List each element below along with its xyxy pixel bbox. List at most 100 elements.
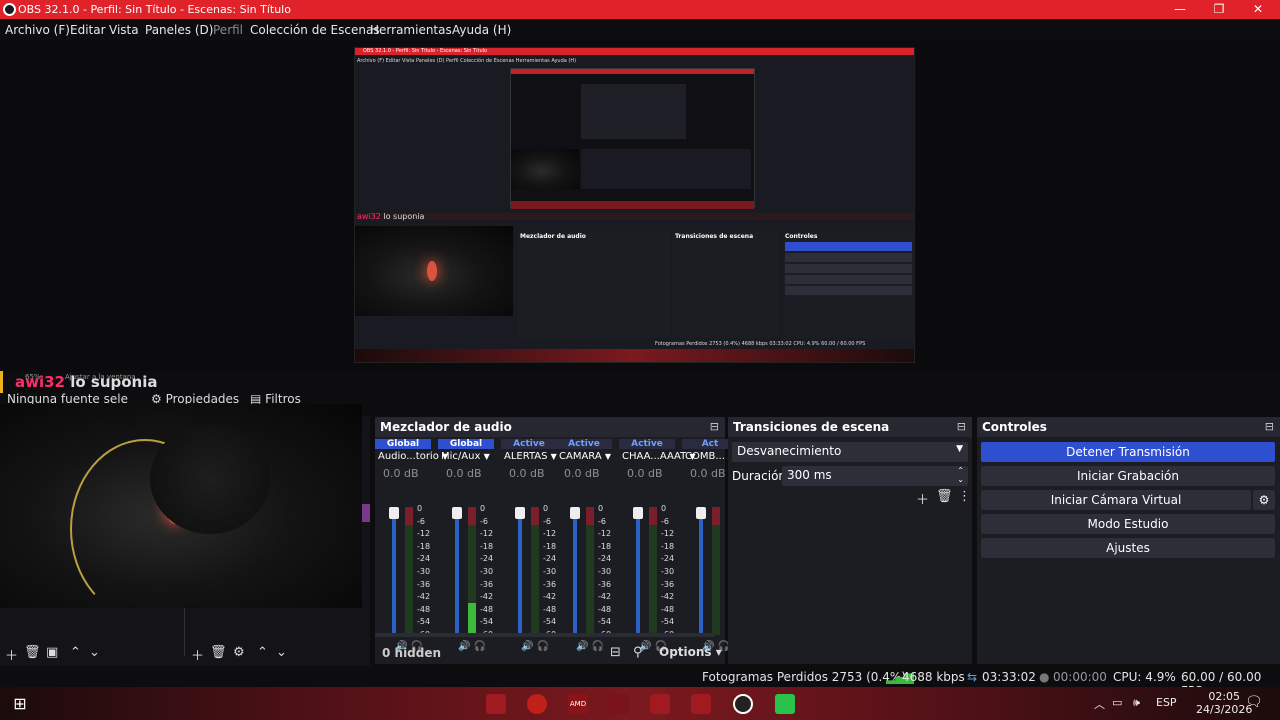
chevron-down-icon[interactable]: ▼ xyxy=(605,452,611,461)
add-source-button[interactable]: ＋ xyxy=(191,645,204,664)
steam-icon[interactable] xyxy=(609,694,629,714)
move-scene-up-button[interactable]: ⌃ xyxy=(70,645,81,660)
nested-transitions: Transiciones de escena xyxy=(673,231,779,338)
mixer-scrollbar[interactable] xyxy=(375,633,715,637)
menu-editar[interactable]: Editar xyxy=(70,23,106,37)
speaker-icon[interactable]: 🔊 xyxy=(576,641,588,652)
move-source-up-button[interactable]: ⌃ xyxy=(257,645,268,660)
virtual-camera-settings-button[interactable]: ⚙ xyxy=(1253,490,1275,510)
close-button[interactable]: ✕ xyxy=(1243,1,1273,17)
mixer-options-button[interactable]: Options ▾ xyxy=(659,645,722,659)
db-tick: -12 xyxy=(417,529,431,539)
volume-slider-handle[interactable] xyxy=(389,507,399,519)
clock[interactable]: 02:05 24/3/2026 xyxy=(1196,690,1252,716)
volume-slider[interactable] xyxy=(392,507,396,635)
volume-slider-handle[interactable] xyxy=(452,507,462,519)
app-icon-6[interactable] xyxy=(691,694,711,714)
move-scene-down-button[interactable]: ⌄ xyxy=(89,645,100,660)
language-indicator[interactable]: ESP xyxy=(1156,696,1177,709)
network-icon[interactable]: ▭ xyxy=(1112,696,1122,709)
db-tick: -54 xyxy=(543,617,557,627)
nested-preview-capture: OBS 32.1.0 - Perfil: Sin Título - Escena… xyxy=(354,47,915,363)
scene-filters-button[interactable]: ▣ xyxy=(46,645,58,660)
mixer-channel: Active CAMARA ▼ 0.0 dB 0 -6 -12 -18 -24 -30 -36 -4… xyxy=(556,439,614,652)
channel-scope: Active xyxy=(619,439,675,449)
spin-arrows-icon[interactable]: ⌃ ⌄ xyxy=(957,466,964,484)
mixer-link-icon[interactable]: ⚲ xyxy=(633,645,643,660)
headphones-icon[interactable]: 🎧 xyxy=(592,641,604,652)
nested-taskbar xyxy=(355,349,914,362)
volume-slider[interactable] xyxy=(518,507,522,635)
speaker-icon[interactable]: 🔊 xyxy=(521,641,533,652)
stop-streaming-button[interactable]: Detener Transmisión xyxy=(981,442,1275,462)
minimize-button[interactable]: — xyxy=(1165,1,1195,17)
channel-scope: Active xyxy=(501,439,557,449)
move-source-down-button[interactable]: ⌄ xyxy=(276,645,287,660)
transition-selected: Desvanecimiento xyxy=(737,444,842,458)
source-properties-button[interactable]: ⚙ xyxy=(233,645,245,660)
add-transition-button[interactable]: ＋ xyxy=(916,489,929,508)
headphones-icon[interactable]: 🎧 xyxy=(537,641,549,652)
db-tick: -24 xyxy=(543,554,557,564)
add-scene-button[interactable]: ＋ xyxy=(5,645,18,664)
discord-icon[interactable] xyxy=(650,694,670,714)
db-tick: -18 xyxy=(598,541,612,551)
app-icon-1[interactable] xyxy=(486,694,506,714)
duration-spinbox[interactable]: 300 ms ⌃ ⌄ xyxy=(782,466,968,486)
volume-icon[interactable]: 🕪 xyxy=(1133,696,1140,710)
menu-vista[interactable]: Vista xyxy=(109,23,139,37)
amd-icon[interactable]: AMD xyxy=(568,694,588,714)
chevron-down-icon[interactable]: ▼ xyxy=(484,452,490,461)
windows-start-icon[interactable]: ⊞ xyxy=(10,694,30,714)
controls-dock-icon[interactable]: ⊟ xyxy=(1265,420,1274,433)
db-tick: -54 xyxy=(417,617,431,627)
volume-slider-handle[interactable] xyxy=(696,507,706,519)
tray-chevron-icon[interactable]: ︿ xyxy=(1094,696,1105,712)
menu-herramientas[interactable]: Herramientas xyxy=(370,23,452,37)
transition-select[interactable]: Desvanecimiento ▼ xyxy=(732,442,968,462)
mixer-dock-icon[interactable]: ⊟ xyxy=(710,420,719,433)
opera-icon[interactable] xyxy=(527,694,547,714)
volume-slider[interactable] xyxy=(636,507,640,635)
volume-slider-handle[interactable] xyxy=(515,507,525,519)
delete-source-button[interactable]: 🗑 xyxy=(210,645,227,660)
db-tick: -36 xyxy=(417,579,431,589)
start-recording-button[interactable]: Iniciar Grabación xyxy=(981,466,1275,486)
settings-button[interactable]: Ajustes xyxy=(981,538,1275,558)
obs-taskbar-icon[interactable] xyxy=(733,694,753,714)
nested-title-bar: OBS 32.1.0 - Perfil: Sin Título - Escena… xyxy=(355,48,914,55)
transitions-dock-icon[interactable]: ⊟ xyxy=(957,420,966,433)
menu-perfil[interactable]: Perfil xyxy=(213,23,243,37)
menu-bar: Archivo (F) Editar Vista Paneles (D) Per… xyxy=(0,19,1280,41)
headphones-icon[interactable]: 🎧 xyxy=(474,641,486,652)
gear-icon: ⚙ xyxy=(1258,493,1270,507)
volume-slider[interactable] xyxy=(573,507,577,635)
menu-ayuda[interactable]: Ayuda (H) xyxy=(452,23,511,37)
level-meter xyxy=(531,507,539,635)
menu-paneles[interactable]: Paneles (D) xyxy=(145,23,213,37)
delete-scene-button[interactable]: 🗑 xyxy=(24,645,41,660)
dropped-frames: Fotogramas Perdidos 2753 (0.4%) xyxy=(702,670,906,684)
menu-archivo[interactable]: Archivo (F) xyxy=(5,23,70,37)
volume-slider[interactable] xyxy=(455,507,459,635)
studio-mode-button[interactable]: Modo Estudio xyxy=(981,514,1275,534)
volume-slider-handle[interactable] xyxy=(570,507,580,519)
db-tick: -18 xyxy=(480,541,494,551)
volume-slider[interactable] xyxy=(699,507,703,635)
mixer-channel: Active ALERTAS ▼ 0.0 dB 0 -6 -12 -18 -24 -30 -36 -… xyxy=(501,439,559,652)
start-virtual-camera-button[interactable]: Iniciar Cámara Virtual xyxy=(981,490,1251,510)
kick-icon[interactable] xyxy=(775,694,795,714)
mixer-layout-icon[interactable]: ⊟ xyxy=(610,645,621,660)
db-tick: -36 xyxy=(661,579,675,589)
maximize-button[interactable]: ❐ xyxy=(1204,1,1234,17)
volume-slider-handle[interactable] xyxy=(633,507,643,519)
db-tick: -54 xyxy=(598,617,612,627)
speaker-icon[interactable]: 🔊 xyxy=(458,641,470,652)
transition-more-button[interactable]: ⋮ xyxy=(958,489,971,504)
menu-coleccion-escenas[interactable]: Colección de Escenas xyxy=(250,23,380,37)
scroll-indicator[interactable] xyxy=(362,504,370,522)
db-scale: 0-6-12-18-24-30-36-42-48-54-60 xyxy=(661,503,674,642)
delete-transition-button[interactable]: 🗑 xyxy=(936,489,953,504)
notifications-icon[interactable]: 🗨 xyxy=(1245,694,1263,710)
hidden-count: 0 hidden xyxy=(382,646,442,660)
